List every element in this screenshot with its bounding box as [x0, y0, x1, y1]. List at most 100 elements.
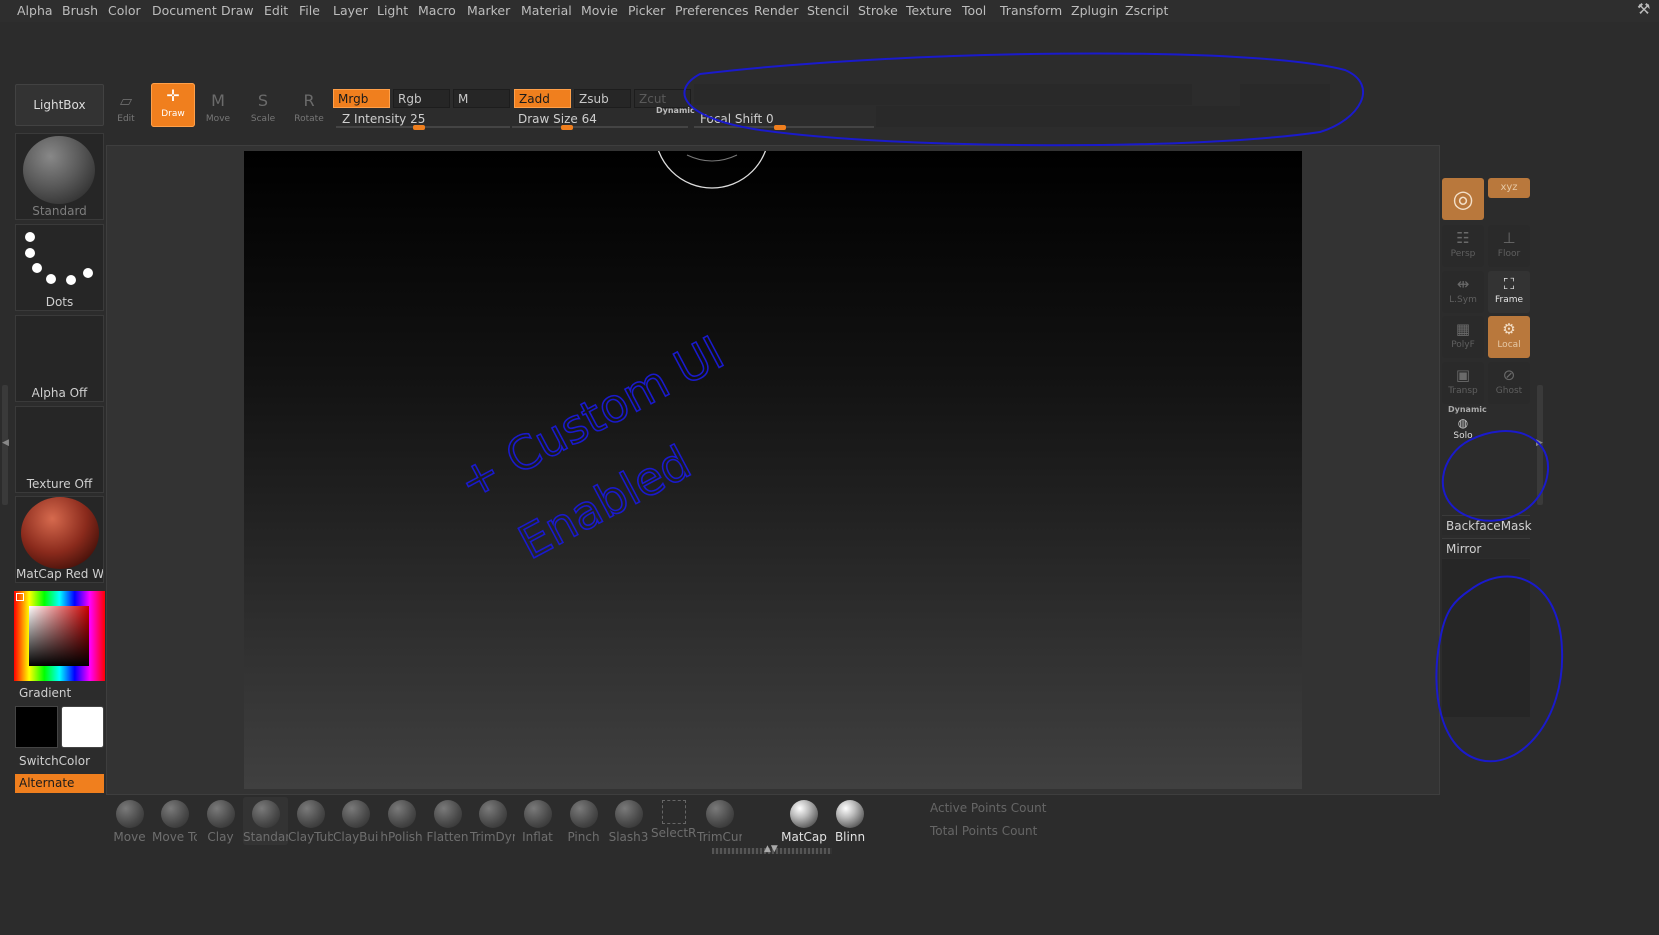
stroke-thumbnail[interactable]: Dots [15, 224, 104, 311]
clay-brush-icon [206, 800, 235, 828]
menu-color[interactable]: Color [108, 3, 141, 18]
mirror-button[interactable]: Mirror [1442, 538, 1530, 558]
brush-pinch[interactable]: Pinch [561, 797, 606, 845]
edit-icon: ▱ [119, 91, 133, 110]
local-button[interactable]: ⚙ Local [1488, 316, 1530, 358]
menu-transform[interactable]: Transform [1000, 3, 1062, 18]
alpha-label: Alpha Off [31, 386, 88, 400]
shelf-expand-icon[interactable]: ▲▼ [764, 844, 778, 854]
focal-shift-label: Focal Shift 0 [700, 112, 774, 126]
focal-shift-slider[interactable]: Focal Shift 0 [694, 110, 874, 130]
menu-material[interactable]: Material [521, 3, 572, 18]
right-tray-arrow-icon[interactable]: ▶ [1536, 438, 1543, 448]
brush-move[interactable]: Move [107, 797, 152, 845]
rotate-button[interactable]: R Rotate [287, 88, 331, 132]
menu-tool[interactable]: Tool [962, 3, 986, 18]
draw-size-knob[interactable] [561, 125, 574, 130]
backface-mask-button[interactable]: BackfaceMask [1442, 515, 1532, 535]
frame-label: Frame [1494, 295, 1524, 305]
zsub-button[interactable]: Zsub [574, 89, 631, 108]
ghost-label: Ghost [1495, 386, 1523, 396]
transp-button[interactable]: ▣ Transp [1442, 362, 1484, 404]
brush-selectrect[interactable]: SelectRe [651, 797, 696, 845]
main-color-swatch[interactable] [15, 706, 58, 748]
menu-layer[interactable]: Layer [333, 3, 368, 18]
solo-button[interactable]: ◍ Solo [1442, 415, 1484, 445]
menu-stroke[interactable]: Stroke [858, 3, 898, 18]
ghost-button[interactable]: ⊘ Ghost [1488, 362, 1530, 404]
menu-zscript[interactable]: Zscript [1125, 3, 1168, 18]
edit-button[interactable]: ▱ Edit [104, 88, 148, 132]
menu-alpha[interactable]: Alpha [17, 3, 53, 18]
persp-button[interactable]: ☷ Persp [1442, 225, 1484, 267]
secondary-color-swatch[interactable] [61, 706, 104, 748]
alternate-button[interactable]: Alternate [15, 774, 104, 793]
menu-light[interactable]: Light [377, 3, 408, 18]
menu-stencil[interactable]: Stencil [807, 3, 849, 18]
z-intensity-knob[interactable] [412, 125, 425, 130]
menu-brush[interactable]: Brush [62, 3, 98, 18]
switch-color-button[interactable]: SwitchColor [19, 754, 90, 768]
menu-picker[interactable]: Picker [628, 3, 665, 18]
scale-button[interactable]: S Scale [241, 88, 285, 132]
dynamic-label[interactable]: Dynamic [656, 106, 695, 115]
brush-thumbnail[interactable]: Standard [15, 133, 104, 220]
color-picker[interactable] [14, 591, 105, 681]
brush-claybuildup[interactable]: ClayBuil [333, 797, 378, 845]
menu-marker[interactable]: Marker [467, 3, 510, 18]
brush-label: Inflat [522, 830, 553, 844]
menu-draw[interactable]: Draw [221, 3, 254, 18]
rotate-label: Rotate [294, 114, 324, 124]
material-thumbnail[interactable]: MatCap Red Wax [15, 496, 104, 583]
inflat-brush-icon [523, 800, 552, 828]
alpha-thumbnail[interactable]: Alpha Off [15, 315, 104, 402]
stroke-label: Dots [45, 295, 74, 309]
menu-texture[interactable]: Texture [906, 3, 952, 18]
menu-edit[interactable]: Edit [264, 3, 288, 18]
brush-claytubes[interactable]: ClayTub [288, 797, 333, 845]
hue-marker[interactable] [16, 593, 24, 601]
brush-slash3[interactable]: Slash3 [606, 797, 651, 845]
move-button[interactable]: M Move [196, 88, 240, 132]
hammer-icon[interactable]: ⚒ [1637, 0, 1655, 18]
menu-movie[interactable]: Movie [581, 3, 618, 18]
canvas[interactable] [244, 151, 1302, 789]
left-tray-arrow-icon[interactable]: ◀ [2, 438, 9, 448]
lsym-button[interactable]: ⇹ L.Sym [1442, 271, 1484, 313]
menu-macro[interactable]: Macro [418, 3, 456, 18]
brush-move-topological[interactable]: Move Tc [152, 797, 197, 845]
bpr-icon: ◎ [1452, 185, 1474, 213]
floor-button[interactable]: ⊥ Floor [1488, 225, 1530, 267]
xyz-button[interactable]: xyz [1488, 178, 1530, 198]
menu-file[interactable]: File [299, 3, 320, 18]
menu-preferences[interactable]: Preferences [675, 3, 749, 18]
polyf-button[interactable]: ▦ PolyF [1442, 316, 1484, 358]
slash3-brush-icon [614, 800, 643, 828]
mrgb-button[interactable]: Mrgb [333, 89, 390, 108]
menu-document[interactable]: Document [152, 3, 217, 18]
brush-hpolish[interactable]: hPolish [379, 797, 424, 845]
material-matcap[interactable]: MatCap [781, 797, 827, 845]
zadd-button[interactable]: Zadd [514, 89, 571, 108]
brush-standard[interactable]: Standar [243, 797, 288, 845]
material-blinn[interactable]: Blinn [827, 797, 873, 845]
brush-trimcurve[interactable]: TrimCur [697, 797, 742, 845]
brush-inflat[interactable]: Inflat [515, 797, 560, 845]
gradient-label[interactable]: Gradient [19, 686, 71, 700]
brush-flatten[interactable]: Flatten [425, 797, 470, 845]
draw-button[interactable]: ✛ Draw [151, 83, 195, 127]
brush-trimdynamic[interactable]: TrimDyr [470, 797, 515, 845]
rgb-button[interactable]: Rgb [393, 89, 450, 108]
lightbox-button[interactable]: LightBox [15, 84, 104, 126]
floor-icon: ⊥ [1502, 229, 1516, 247]
brush-clay[interactable]: Clay [198, 797, 243, 845]
texture-thumbnail[interactable]: Texture Off [15, 406, 104, 493]
z-intensity-slider[interactable]: Z Intensity 25 [336, 110, 510, 130]
menu-zplugin[interactable]: Zplugin [1071, 3, 1118, 18]
color-picker-square[interactable] [29, 606, 89, 666]
frame-button[interactable]: ⛶ Frame [1488, 271, 1530, 313]
bpr-button[interactable]: ◎ [1442, 178, 1484, 220]
menu-render[interactable]: Render [754, 3, 799, 18]
m-button[interactable]: M [453, 89, 510, 108]
focal-shift-knob[interactable] [773, 125, 786, 130]
